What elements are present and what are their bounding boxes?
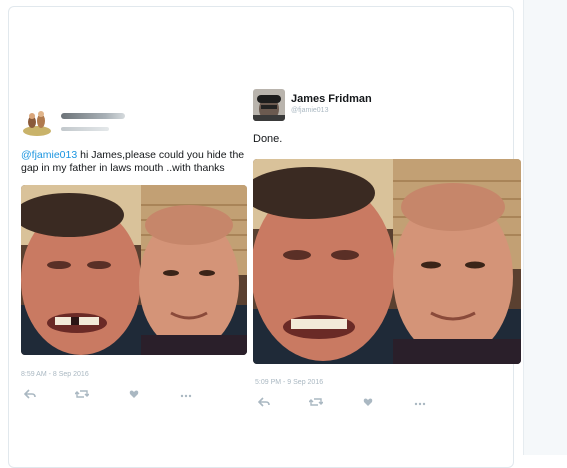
heart-icon[interactable] xyxy=(359,397,377,411)
tweet-photo[interactable] xyxy=(21,185,247,355)
tweet-actions xyxy=(255,397,463,411)
more-icon[interactable] xyxy=(411,397,429,411)
redacted-username xyxy=(61,113,125,119)
tweet-card: @fjamie013 hi James,please could you hid… xyxy=(8,6,521,468)
tweet-timestamp[interactable]: 8:59 AM - 8 Sep 2016 xyxy=(21,371,89,378)
user-avatar[interactable] xyxy=(21,105,53,137)
retweet-icon[interactable] xyxy=(307,397,325,411)
reply-icon[interactable] xyxy=(21,389,39,403)
tweet-text: Done. xyxy=(253,133,283,145)
display-name[interactable]: James Fridman xyxy=(291,93,372,105)
retweet-icon[interactable] xyxy=(73,389,91,403)
tweet-text: @fjamie013 hi James,please could you hid… xyxy=(21,149,249,175)
heart-icon[interactable] xyxy=(125,389,143,403)
tweet-timestamp[interactable]: 5:09 PM - 9 Sep 2016 xyxy=(255,379,323,386)
reply-icon[interactable] xyxy=(255,397,273,411)
tweet-photo[interactable] xyxy=(253,159,521,364)
mention-link[interactable]: @fjamie013 xyxy=(21,149,77,161)
user-handle[interactable]: @fjamie013 xyxy=(291,107,328,114)
more-icon[interactable] xyxy=(177,389,195,403)
user-avatar[interactable] xyxy=(253,89,285,121)
tweet-actions xyxy=(21,389,229,403)
right-sidebar xyxy=(523,0,567,455)
redacted-handle xyxy=(61,127,109,131)
